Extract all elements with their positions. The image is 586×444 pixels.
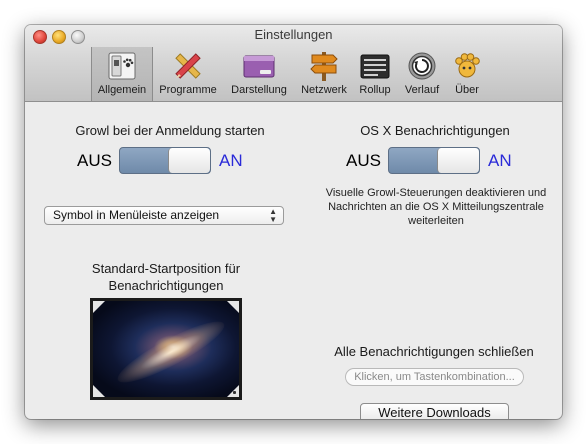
- rollup-window-icon: [359, 50, 391, 82]
- toolbar-label-netzwerk: Netzwerk: [301, 84, 347, 96]
- osx-notifications-switch[interactable]: [388, 147, 480, 174]
- toolbar: Einstellungen Allgemein Programme Darste…: [25, 25, 562, 102]
- general-pane: Growl bei der Anmeldung starten AUS AN S…: [25, 102, 562, 419]
- shortcut-recorder-field[interactable]: Klicken, um Tastenkombination...: [345, 368, 524, 386]
- window-title: Einstellungen: [254, 27, 333, 42]
- display-window-icon: [243, 50, 275, 82]
- toolbar-item-ueber[interactable]: Über: [447, 47, 487, 101]
- login-switch-knob[interactable]: [168, 148, 210, 173]
- toolbar-item-verlauf[interactable]: Verlauf: [397, 47, 447, 101]
- toolbar-label-darstellung: Darstellung: [231, 84, 287, 96]
- start-position-heading: Standard-Startposition für Benachrichtig…: [91, 261, 241, 293]
- position-top-right-corner[interactable]: [227, 301, 239, 313]
- osx-notifications-switch-row: AUS AN: [346, 147, 526, 179]
- toolbar-label-rollup: Rollup: [359, 84, 391, 96]
- toolbar-label-ueber: Über: [455, 84, 479, 96]
- more-downloads-button[interactable]: Weitere Downloads: [360, 403, 509, 419]
- osx-switch-off-label: AUS: [346, 151, 381, 170]
- selected-position-marker-icon: [233, 391, 236, 394]
- menubar-icon-popup[interactable]: Symbol in Menüleiste anzeigen ▲ ▼: [44, 206, 284, 225]
- login-start-switch-row: AUS AN: [77, 147, 257, 179]
- toolbar-items: Allgemein Programme Darstellung Netzwerk…: [91, 47, 487, 101]
- growl-paw-icon: [451, 50, 483, 82]
- toolbar-label-verlauf: Verlauf: [404, 84, 440, 96]
- osx-notifications-description: Visuelle Growl-Steuerungen deaktivieren …: [325, 187, 547, 227]
- toolbar-item-programme[interactable]: Programme: [153, 47, 223, 101]
- general-switch-icon: [106, 50, 138, 82]
- menubar-icon-popup-value: Symbol in Menüleiste anzeigen: [53, 208, 220, 222]
- close-all-heading: Alle Benachrichtigungen schließen: [334, 344, 534, 359]
- login-switch-on-label: AN: [219, 151, 243, 170]
- position-bottom-left-corner[interactable]: [93, 385, 105, 397]
- toolbar-item-darstellung[interactable]: Darstellung: [223, 47, 295, 101]
- osx-switch-knob[interactable]: [437, 148, 479, 173]
- osx-switch-on-label: AN: [488, 151, 512, 170]
- history-icon: [406, 50, 438, 82]
- toolbar-item-rollup[interactable]: Rollup: [353, 47, 397, 101]
- osx-notifications-heading: OS X Benachrichtigungen: [360, 123, 510, 138]
- login-start-switch[interactable]: [119, 147, 211, 174]
- login-switch-off-label: AUS: [77, 151, 112, 170]
- toolbar-label-programme: Programme: [159, 84, 217, 96]
- login-start-heading: Growl bei der Anmeldung starten: [75, 123, 265, 138]
- popup-updown-arrows-icon: ▲ ▼: [269, 207, 277, 224]
- toolbar-item-allgemein[interactable]: Allgemein: [91, 47, 153, 101]
- position-top-left-corner[interactable]: [93, 301, 105, 313]
- toolbar-label-allgemein: Allgemein: [97, 84, 147, 96]
- galaxy-wallpaper-image: [111, 312, 231, 392]
- pencil-ruler-icon: [172, 50, 204, 82]
- preferences-window: Einstellungen Allgemein Programme Darste…: [25, 25, 562, 419]
- toolbar-item-netzwerk[interactable]: Netzwerk: [295, 47, 353, 101]
- signpost-icon: [308, 50, 340, 82]
- start-position-picker: [90, 298, 242, 400]
